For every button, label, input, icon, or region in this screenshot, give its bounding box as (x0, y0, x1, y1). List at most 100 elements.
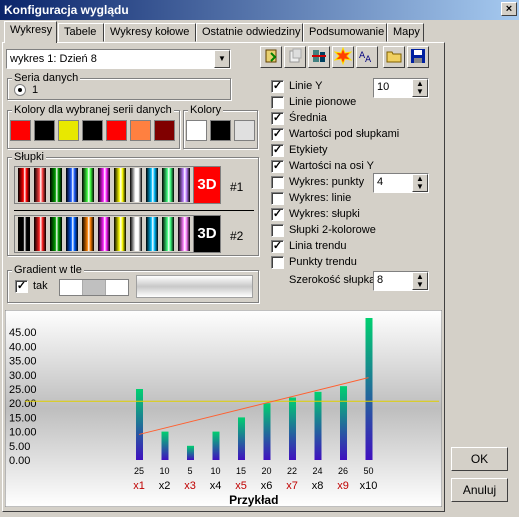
color-swatch[interactable] (154, 120, 175, 141)
option-checkbox[interactable] (271, 256, 284, 269)
bar-style-swatch[interactable] (34, 168, 46, 202)
bar-style-swatch[interactable] (66, 168, 78, 202)
window-title: Konfiguracja wyglądu (4, 3, 129, 17)
burst-icon[interactable] (332, 46, 354, 68)
save-icon[interactable] (407, 46, 429, 68)
tab-podsumowanie[interactable]: Podsumowanie (303, 23, 387, 42)
bar-style-swatch[interactable] (178, 217, 190, 251)
bar-style-swatch[interactable] (98, 168, 110, 202)
option-checkbox[interactable] (271, 192, 284, 205)
bar-style-swatch[interactable] (178, 168, 190, 202)
gradient-swatches[interactable] (59, 279, 129, 296)
x-tick-label: x7 (286, 480, 298, 492)
szerokosc-spinner[interactable]: 8 ▲ ▼ (373, 271, 429, 291)
option-checkbox[interactable]: ✓ (271, 144, 284, 157)
color-swatch[interactable] (210, 120, 231, 141)
spinner-arrows-icon[interactable]: ▲ ▼ (412, 272, 428, 290)
color-swatch[interactable] (130, 120, 151, 141)
x-tick-label: x2 (159, 480, 171, 492)
option-checkbox[interactable]: ✓ (271, 128, 284, 141)
option-checkbox[interactable]: ✓ (271, 208, 284, 221)
gradient-label: Gradient w tle (12, 264, 84, 276)
bar (314, 391, 322, 460)
y-tick-label: 20.00 (9, 398, 37, 410)
value-label: 15 (236, 466, 246, 476)
option-checkbox[interactable]: ✓ (271, 240, 284, 253)
bar-style-swatch[interactable] (162, 217, 174, 251)
bar-style-swatch[interactable] (146, 217, 158, 251)
tab-wykresy[interactable]: Wykresy (4, 21, 57, 43)
bar-style-swatch[interactable] (50, 168, 62, 202)
bar-style-swatch[interactable] (130, 217, 142, 251)
gradient-checkbox[interactable]: ✓ (15, 280, 28, 293)
svg-text:A: A (365, 55, 372, 65)
bar-3d-toggle-2[interactable]: 3D (193, 215, 221, 253)
slupki-divider (14, 210, 254, 211)
swap-icon[interactable] (308, 46, 330, 68)
option-checkbox[interactable] (271, 96, 284, 109)
x-tick-label: x6 (261, 480, 273, 492)
bar-style-swatch[interactable] (82, 217, 94, 251)
color-swatch[interactable] (106, 120, 127, 141)
close-button[interactable]: × (501, 2, 517, 16)
ok-button[interactable]: OK (451, 447, 508, 471)
option-checkbox[interactable]: ✓ (271, 80, 284, 93)
y-tick-label: 40.00 (9, 341, 37, 353)
bar-style-swatch[interactable] (114, 217, 126, 251)
y-tick-label: 25.00 (9, 384, 37, 396)
option-checkbox[interactable]: ✓ (271, 112, 284, 125)
color-swatch[interactable] (34, 120, 55, 141)
bar-style-swatch[interactable] (18, 168, 30, 202)
bar-style-swatch[interactable] (82, 168, 94, 202)
y-tick-label: 45.00 (9, 327, 37, 339)
kolory-label: Kolory (188, 104, 224, 116)
option-checkbox[interactable]: ✓ (271, 160, 284, 173)
bar (238, 417, 245, 460)
bar-style-swatch[interactable] (130, 168, 142, 202)
option-label: Średnia (289, 112, 327, 124)
slupki-label: Słupki (12, 151, 46, 163)
copy-icon[interactable] (284, 46, 306, 68)
paste-icon[interactable] (260, 46, 282, 68)
bar-style-swatch[interactable] (34, 217, 46, 251)
kolory-serii-label: Kolory dla wybranej serii danych (12, 104, 174, 116)
chart-select[interactable]: wykres 1: Dzień 8 ▼ (6, 49, 231, 69)
bar-style-swatch[interactable] (66, 217, 78, 251)
x-axis-label: Przykład (229, 493, 278, 507)
seria-radio[interactable] (14, 84, 26, 96)
chevron-down-icon[interactable]: ▼ (214, 50, 230, 68)
spinner-arrows-icon[interactable]: ▲ ▼ (412, 79, 428, 97)
kolory-group: Kolory (183, 104, 258, 149)
bar-3d-toggle-1[interactable]: 3D (193, 166, 221, 204)
bar-style-swatch[interactable] (162, 168, 174, 202)
bar-style-swatch[interactable] (114, 168, 126, 202)
gradient-preview (136, 275, 253, 298)
bar-style-row-1[interactable] (14, 166, 194, 204)
tab-ostatnie-odwiedziny[interactable]: Ostatnie odwiedziny (196, 23, 303, 42)
color-swatch[interactable] (10, 120, 31, 141)
cancel-button[interactable]: Anuluj (451, 478, 508, 502)
y-tick-label: 30.00 (9, 370, 37, 382)
color-swatch[interactable] (234, 120, 255, 141)
option-checkbox[interactable] (271, 224, 284, 237)
bar-style-swatch[interactable] (50, 217, 62, 251)
color-swatch[interactable] (58, 120, 79, 141)
font-icon[interactable]: AA (356, 46, 378, 68)
option-checkbox[interactable] (271, 176, 284, 189)
bar-style-swatch[interactable] (146, 168, 158, 202)
tab-wykresy-kolowe[interactable]: Wykresy kołowe (104, 23, 196, 42)
bar-style-swatch[interactable] (18, 217, 30, 251)
open-folder-icon[interactable] (383, 46, 405, 68)
seria-danych-label: Seria danych (12, 72, 81, 84)
color-swatch[interactable] (186, 120, 207, 141)
bar-style-row-2[interactable] (14, 215, 194, 253)
punkty-spinner[interactable]: 4 ▲ ▼ (373, 173, 429, 193)
linie-y-spinner[interactable]: 10 ▲ ▼ (373, 78, 429, 98)
color-swatch[interactable] (82, 120, 103, 141)
x-tick-label: x5 (235, 480, 247, 492)
tab-mapy[interactable]: Mapy (387, 23, 424, 42)
bar-style-swatch[interactable] (98, 217, 110, 251)
tab-tabele[interactable]: Tabele (58, 23, 104, 42)
y-tick-label: 15.00 (9, 412, 37, 424)
spinner-arrows-icon[interactable]: ▲ ▼ (412, 174, 428, 192)
